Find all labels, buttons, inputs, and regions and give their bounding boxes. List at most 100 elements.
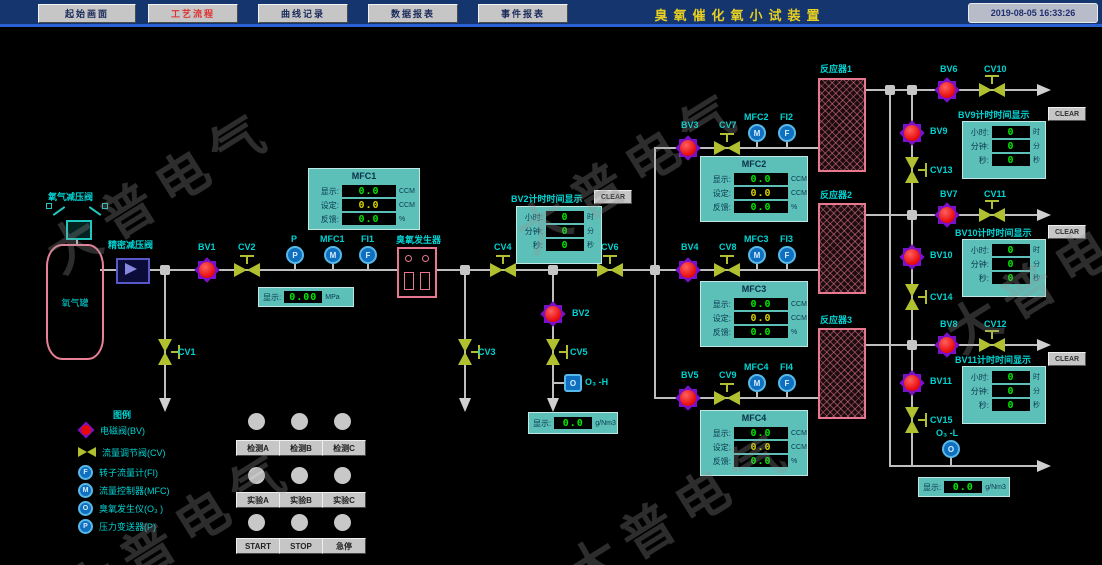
valve-cv14[interactable] <box>905 284 919 310</box>
detect-b-button[interactable]: 检测B <box>279 440 323 456</box>
row-label: 分钟: <box>967 259 989 270</box>
o3-low-sensor-icon: O <box>942 440 960 458</box>
mass-flow-controller-icon: M <box>78 483 93 498</box>
valve-cv13[interactable] <box>905 157 919 183</box>
valve-cv5[interactable] <box>546 339 560 365</box>
start-button[interactable]: START <box>236 538 280 554</box>
nav-process-flow[interactable]: 工艺流程 <box>148 4 238 23</box>
sensor-label-fi3: FI3 <box>780 234 793 244</box>
experiment-c-button[interactable]: 实验C <box>322 492 366 508</box>
valve-bv9[interactable] <box>899 120 925 146</box>
ozone-generator <box>397 247 437 298</box>
bv9-timer-panel: 小时:0时 分钟:0分 秒:0秒 <box>962 121 1046 179</box>
legend-label: 流量控制器(MFC) <box>99 484 170 497</box>
valve-cv1[interactable] <box>158 339 172 365</box>
value-display: 0.0 <box>342 185 396 197</box>
setpoint-input[interactable]: 0.0 <box>734 187 788 199</box>
row-label: 秒: <box>967 155 989 166</box>
valve-cv12[interactable] <box>979 338 1005 352</box>
display-label: 显示: <box>923 482 941 493</box>
valve-cv8[interactable] <box>714 263 740 277</box>
bv9-timer-clear-button[interactable]: CLEAR <box>1048 107 1086 121</box>
bv2-timer-clear-button[interactable]: CLEAR <box>594 190 632 204</box>
pipe-segment <box>164 270 166 398</box>
pipe-segment <box>552 270 554 398</box>
value-display: 0 <box>992 399 1030 411</box>
row-label: 反馈: <box>705 327 731 338</box>
o3-high-sensor-icon: O <box>564 374 582 392</box>
row-unit: % <box>399 216 405 223</box>
valve-label-cv11: CV11 <box>984 189 1006 199</box>
sensor-label-o3-h: O₃ -H <box>585 377 608 387</box>
row-label: 设定: <box>705 188 731 199</box>
mfc3-icon: M <box>748 246 766 264</box>
row-unit: 时 <box>1033 245 1040 255</box>
pressure-value: 0.00 <box>284 291 322 303</box>
detect-c-button[interactable]: 检测C <box>322 440 366 456</box>
valve-bv1[interactable] <box>194 257 220 283</box>
flow-arrow-down <box>459 398 471 412</box>
valve-ball <box>904 125 920 141</box>
valve-cv7[interactable] <box>714 141 740 155</box>
valve-cv15[interactable] <box>905 407 919 433</box>
pipe-tee <box>907 340 917 350</box>
valve-bv11[interactable] <box>899 370 925 396</box>
experiment-a-button[interactable]: 实验A <box>236 492 280 508</box>
valve-bv6[interactable] <box>934 77 960 103</box>
o3-low-value: 0.0 <box>944 481 982 493</box>
bv10-timer-clear-button[interactable]: CLEAR <box>1048 225 1086 239</box>
valve-cv2[interactable] <box>234 263 260 277</box>
legend-label: 压力变送器(P) <box>99 520 156 533</box>
row-unit: % <box>791 329 797 336</box>
nav-data-report[interactable]: 数据报表 <box>368 4 458 23</box>
value-display: 0 <box>992 272 1030 284</box>
nav-start-screen[interactable]: 起始画面 <box>38 4 136 23</box>
value-display: 0 <box>546 239 584 251</box>
pipe-segment <box>294 264 296 270</box>
setpoint-input[interactable]: 0.0 <box>734 312 788 324</box>
valve-bv7[interactable] <box>934 202 960 228</box>
valve-bv4[interactable] <box>675 257 701 283</box>
valve-label-bv10: BV10 <box>930 250 953 260</box>
valve-label-cv13: CV13 <box>930 165 953 175</box>
stop-button[interactable]: STOP <box>279 538 323 554</box>
mfc2-panel: MFC2 显示:0.0CCM 设定:0.0CCM 反馈:0.0% <box>700 156 808 222</box>
pipe-segment <box>889 89 891 467</box>
value-display: 0.0 <box>734 326 788 338</box>
nav-event-report[interactable]: 事件报表 <box>478 4 568 23</box>
valve-cv9[interactable] <box>714 391 740 405</box>
valve-cv4[interactable] <box>490 263 516 277</box>
valve-bv5[interactable] <box>675 385 701 411</box>
valve-label-cv3: CV3 <box>478 347 496 357</box>
detect-a-button[interactable]: 检测A <box>236 440 280 456</box>
valve-cv11[interactable] <box>979 208 1005 222</box>
legend-label: 流量调节阀(CV) <box>102 446 166 459</box>
valve-bv10[interactable] <box>899 244 925 270</box>
estop-button[interactable]: 急停 <box>322 538 366 554</box>
valve-label-bv9: BV9 <box>930 126 948 136</box>
experiment-b-button[interactable]: 实验B <box>279 492 323 508</box>
legend-item: P 压力变送器(P) <box>78 518 156 534</box>
pipe-tee <box>907 210 917 220</box>
indicator-detect-a <box>248 413 265 430</box>
valve-label-cv6: CV6 <box>601 242 619 252</box>
valve-bv3[interactable] <box>675 135 701 161</box>
pipe-segment <box>756 142 758 148</box>
valve-cv3[interactable] <box>458 339 472 365</box>
nav-curve-record[interactable]: 曲线记录 <box>258 4 348 23</box>
precision-regulator-label: 精密减压阀 <box>108 238 153 251</box>
fi3-icon: F <box>778 246 796 264</box>
sensor-label-mfc2: MFC2 <box>744 112 769 122</box>
valve-label-cv12: CV12 <box>984 319 1007 329</box>
fi4-icon: F <box>778 374 796 392</box>
setpoint-input[interactable]: 0.0 <box>734 441 788 453</box>
setpoint-input[interactable]: 0.0 <box>342 199 396 211</box>
ozone-generator-label: 臭氧发生器 <box>396 233 441 246</box>
bv11-timer-clear-button[interactable]: CLEAR <box>1048 352 1086 366</box>
valve-label-cv15: CV15 <box>930 415 953 425</box>
valve-cv10[interactable] <box>979 83 1005 97</box>
valve-bv2[interactable] <box>540 301 566 327</box>
pressure-transmitter-legend-icon: P <box>78 519 93 534</box>
valve-cv6[interactable] <box>597 263 623 277</box>
rotameter-icon: F <box>78 465 93 480</box>
